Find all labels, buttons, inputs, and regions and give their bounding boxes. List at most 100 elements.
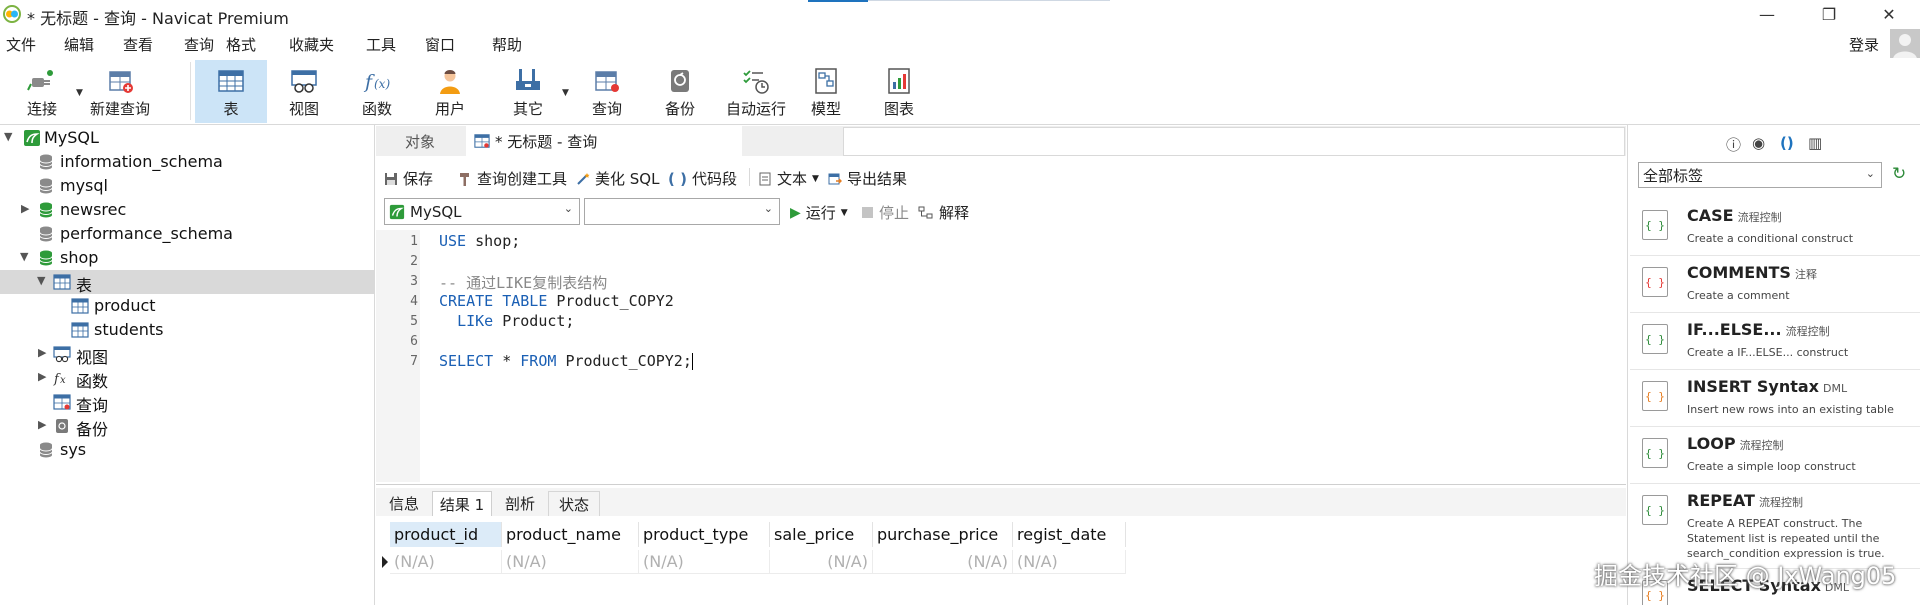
tree-item-database[interactable]: mysql: [0, 174, 374, 198]
tree-item-database[interactable]: performance_schema: [0, 222, 374, 246]
table-cell[interactable]: (N/A): [390, 550, 502, 574]
tab-profile[interactable]: 剖析: [494, 491, 546, 516]
column-header-product-id[interactable]: product_id: [390, 522, 502, 547]
result-grid[interactable]: product_id product_name product_type sal…: [376, 520, 1626, 605]
snippet-tag-filter-select[interactable]: 全部标签 ⌄: [1638, 162, 1882, 188]
column-header-product-type[interactable]: product_type: [639, 522, 770, 547]
tab-untitled-query[interactable]: * 无标题 - 查询: [466, 126, 742, 156]
close-button[interactable]: ✕: [1866, 0, 1912, 28]
toolbar-model-button[interactable]: 模型: [790, 60, 862, 123]
tree-splitter[interactable]: [374, 125, 375, 605]
tree-item-table-product[interactable]: product: [0, 294, 374, 318]
toolbar-query-button[interactable]: 查询: [571, 60, 643, 123]
explain-button[interactable]: 解释: [918, 202, 969, 223]
expand-arrow-icon[interactable]: ▶: [38, 370, 46, 383]
toolbar-backup-button[interactable]: 备份: [644, 60, 716, 123]
beautify-sql-button[interactable]: 美化 SQL: [576, 168, 659, 189]
expand-arrow-icon[interactable]: ▶: [21, 202, 29, 215]
toolbar-other-button[interactable]: 其它: [492, 60, 564, 123]
table-cell[interactable]: (N/A): [873, 550, 1013, 574]
tab-info[interactable]: 信息: [378, 491, 430, 516]
right-panel-splitter[interactable]: [1627, 125, 1628, 605]
refresh-icon[interactable]: ↻: [1892, 164, 1906, 184]
menu-tools[interactable]: 工具: [366, 34, 396, 55]
tree-item-database-shop[interactable]: ▼ shop: [0, 246, 374, 270]
menu-file[interactable]: 文件: [6, 34, 36, 55]
save-button[interactable]: 保存: [384, 168, 433, 189]
column-header-sale-price[interactable]: sale_price: [770, 522, 873, 547]
toolbar-view-button[interactable]: 视图: [268, 60, 340, 123]
expand-arrow-icon[interactable]: ▶: [38, 346, 46, 359]
code-snippet-button[interactable]: ( ) 代码段: [668, 168, 737, 189]
table-cell[interactable]: (N/A): [1013, 550, 1126, 574]
column-header-regist-date[interactable]: regist_date: [1013, 522, 1126, 547]
toolbar-connect-button[interactable]: 连接: [6, 60, 78, 123]
collapse-arrow-icon[interactable]: ▼: [37, 274, 45, 287]
tree-item-table-students[interactable]: students: [0, 318, 374, 342]
table-group-icon: [53, 274, 71, 290]
snippet-brackets-icon[interactable]: (): [1780, 134, 1794, 152]
tab-status[interactable]: 状态: [548, 491, 600, 516]
tree-item-backups[interactable]: ▶ 备份: [0, 414, 374, 439]
tab-result-1[interactable]: 结果 1: [432, 491, 492, 516]
maximize-button[interactable]: ❐: [1806, 0, 1852, 28]
snippet-description: Create a simple loop construct: [1687, 460, 1856, 473]
tree-item-database[interactable]: ▶ newsrec: [0, 198, 374, 222]
tree-item-database[interactable]: sys: [0, 438, 374, 462]
eye-icon[interactable]: ◉: [1752, 134, 1765, 152]
toolbar-new-query-button[interactable]: 新建查询: [84, 60, 156, 123]
menu-edit[interactable]: 编辑: [64, 34, 94, 55]
menu-view[interactable]: 查看: [123, 34, 153, 55]
login-link[interactable]: 登录: [1849, 34, 1879, 55]
tree-item-queries[interactable]: 查询: [0, 390, 374, 415]
menu-window[interactable]: 窗口: [425, 34, 455, 55]
editor-results-splitter[interactable]: [376, 484, 1626, 485]
layout-icon[interactable]: ▥: [1808, 134, 1822, 152]
tab-objects[interactable]: 对象: [376, 126, 464, 156]
sql-editor[interactable]: 1 2 3 4 5 6 7 USE shop; -- 通过LIKE复制表结构 C…: [376, 230, 1626, 482]
avatar[interactable]: [1890, 29, 1920, 59]
magic-wand-icon: [577, 172, 590, 185]
export-results-button[interactable]: 导出结果: [828, 168, 907, 189]
table-cell[interactable]: (N/A): [770, 550, 873, 574]
tree-item-database[interactable]: information_schema: [0, 150, 374, 174]
collapse-arrow-icon[interactable]: ▼: [20, 250, 28, 263]
snippet-title: CASE 流程控制: [1687, 206, 1782, 225]
query-builder-button[interactable]: 查询创建工具: [458, 168, 567, 189]
menu-help[interactable]: 帮助: [492, 34, 522, 55]
menu-query[interactable]: 查询: [184, 34, 214, 55]
snippet-item-if-else[interactable]: { } IF...ELSE... 流程控制 Create a IF...ELSE.…: [1630, 312, 1920, 369]
snippet-item-comments[interactable]: { } COMMENTS 注释 Create a comment: [1630, 255, 1920, 312]
expand-arrow-icon[interactable]: ▶: [38, 418, 46, 431]
column-header-purchase-price[interactable]: purchase_price: [873, 522, 1013, 547]
menu-format[interactable]: 格式: [226, 34, 256, 55]
database-select[interactable]: ⌄: [584, 198, 780, 225]
menu-favorites[interactable]: 收藏夹: [289, 34, 334, 55]
snippet-item-case[interactable]: { } CASE 流程控制 Create a conditional constr…: [1630, 198, 1920, 255]
minimize-button[interactable]: —: [1744, 0, 1790, 28]
tree-item-tables[interactable]: ▼ 表: [0, 270, 374, 295]
toolbar-user-button[interactable]: 用户: [414, 60, 486, 123]
tree-item-views[interactable]: ▶ 视图: [0, 342, 374, 367]
toolbar-automation-button[interactable]: 自动运行: [717, 60, 795, 123]
toolbar-table-button[interactable]: 表: [195, 60, 267, 123]
connection-select[interactable]: MySQL ⌄: [384, 198, 580, 225]
snippet-item-loop[interactable]: { } LOOP 流程控制 Create a simple loop constr…: [1630, 426, 1920, 483]
toolbar-function-button[interactable]: f (x) 函数: [341, 60, 413, 123]
snippet-item-insert-syntax[interactable]: { } INSERT Syntax DML Insert new rows int…: [1630, 369, 1920, 426]
text-mode-caret-icon[interactable]: ▼: [812, 174, 819, 184]
connect-dropdown-caret[interactable]: ▼: [76, 88, 83, 98]
table-cell[interactable]: (N/A): [502, 550, 639, 574]
text-mode-button[interactable]: 文本 ▼: [758, 168, 819, 189]
other-dropdown-caret[interactable]: ▼: [562, 88, 569, 98]
column-header-product-name[interactable]: product_name: [502, 522, 639, 547]
stop-button[interactable]: 停止: [862, 202, 909, 223]
info-icon[interactable]: ⓘ: [1726, 134, 1741, 155]
tree-item-mysql-connection[interactable]: ▼ MySQL: [0, 126, 374, 150]
run-caret-icon[interactable]: ▼: [841, 208, 848, 218]
run-button[interactable]: ▶ 运行 ▼: [790, 202, 848, 223]
toolbar-chart-button[interactable]: 图表: [863, 60, 935, 123]
collapse-arrow-icon[interactable]: ▼: [4, 130, 12, 143]
table-cell[interactable]: (N/A): [639, 550, 770, 574]
tree-item-functions[interactable]: ▶ f x 函数: [0, 366, 374, 391]
